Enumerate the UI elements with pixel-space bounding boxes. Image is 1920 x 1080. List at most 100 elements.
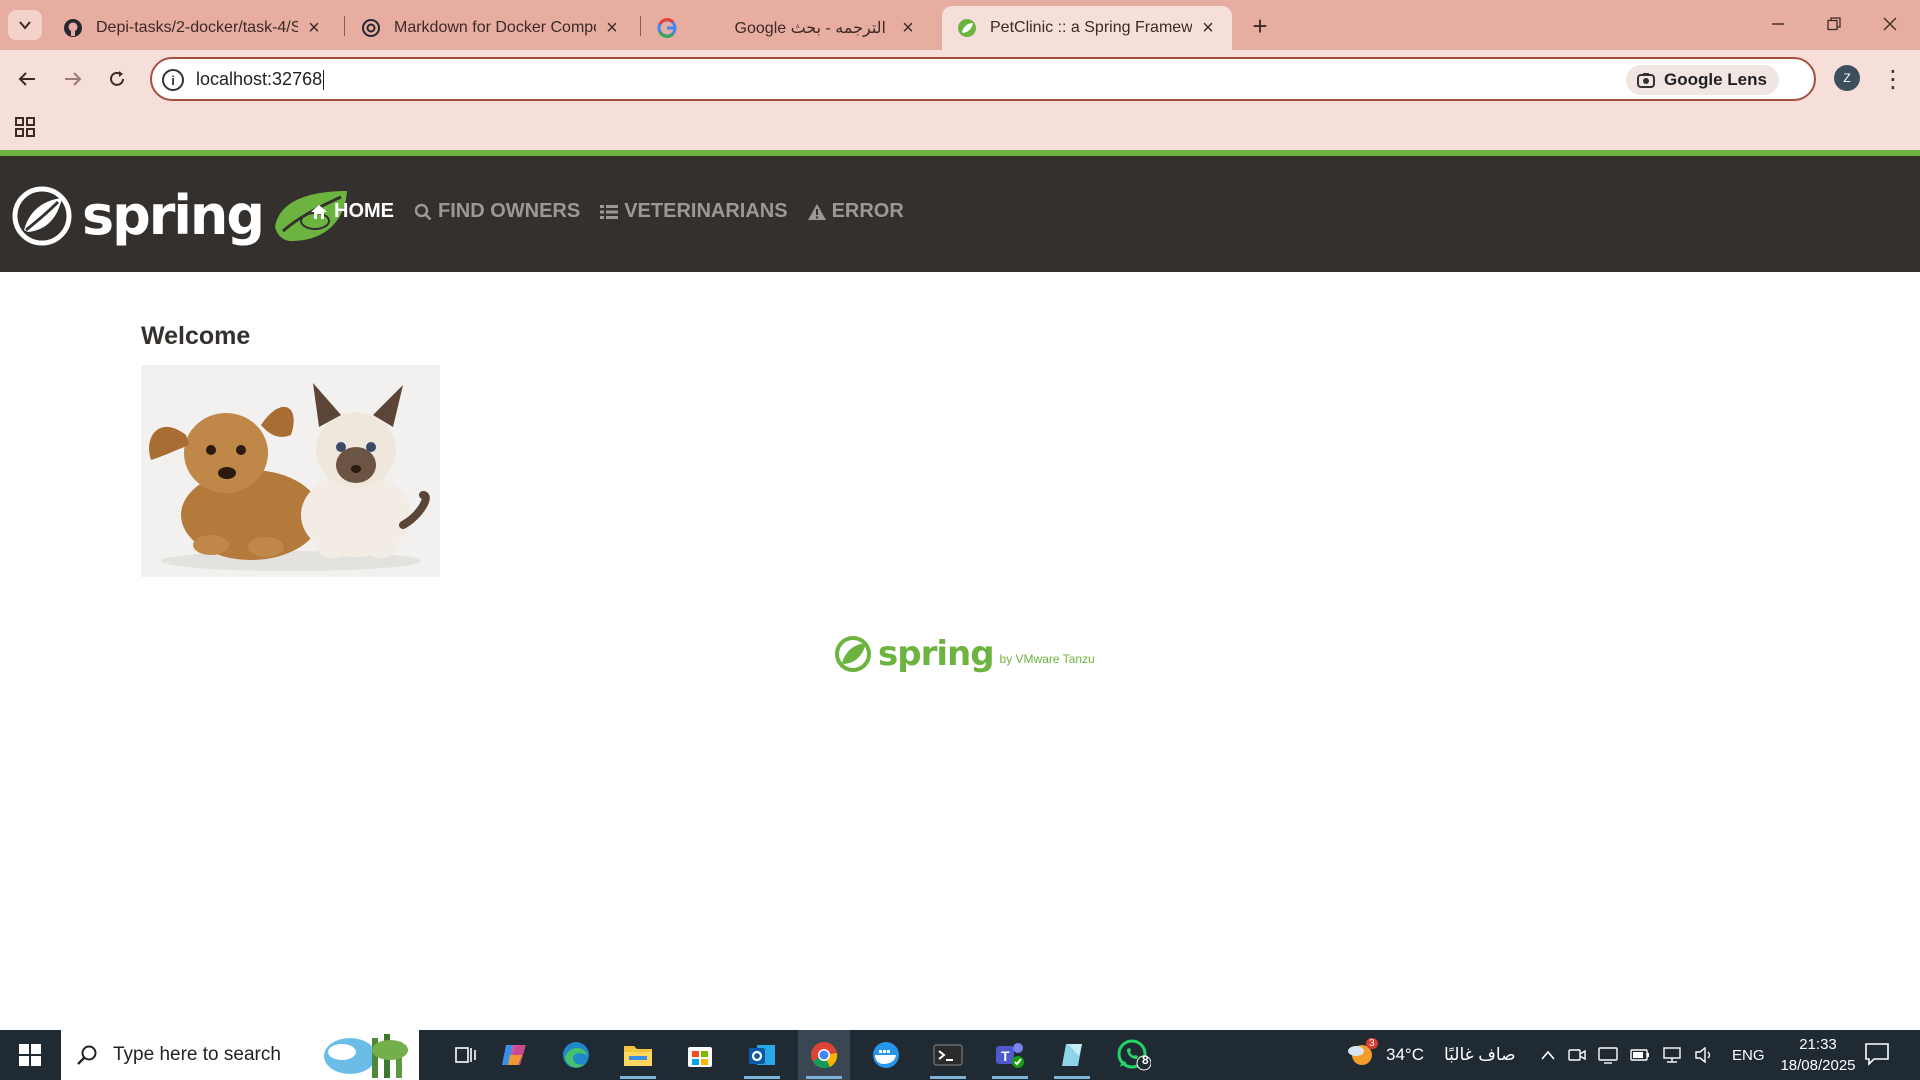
battery-icon[interactable]	[1630, 1049, 1650, 1061]
taskbar-clock[interactable]: 21:33 18/08/2025	[1768, 1034, 1868, 1076]
forward-button[interactable]	[58, 64, 88, 94]
restore-button[interactable]	[1814, 8, 1854, 40]
tab-chatgpt[interactable]: Markdown for Docker Compose ×	[346, 6, 636, 50]
copilot-icon	[502, 1045, 526, 1065]
pets-illustration	[149, 383, 430, 571]
running-indicator	[992, 1076, 1028, 1079]
bookmarks-bar	[0, 108, 1920, 150]
close-icon[interactable]: ×	[898, 17, 918, 39]
arrow-right-icon	[65, 72, 82, 86]
browser-toolbar: i localhost:32768 Google Lens ☆ Z ⋮	[0, 50, 1920, 108]
search-icon	[77, 1045, 97, 1065]
input-language[interactable]: ENG	[1732, 1047, 1765, 1064]
close-icon[interactable]: ×	[602, 17, 622, 39]
nav-error[interactable]: ERROR	[807, 200, 904, 223]
running-indicator	[806, 1076, 842, 1079]
footer-by-text: by VMware Tanzu	[999, 652, 1095, 666]
tab-strip: Depi-tasks/2-docker/task-4/Sol × Markdow…	[0, 0, 1920, 50]
tab-title: PetClinic :: a Spring Framework	[990, 19, 1192, 36]
home-icon	[311, 204, 327, 219]
teams-icon: T	[996, 1043, 1024, 1068]
back-button[interactable]	[12, 64, 42, 94]
nav-home-label: HOME	[334, 200, 394, 222]
tab-petclinic[interactable]: PetClinic :: a Spring Framework ×	[942, 6, 1232, 50]
meet-now-icon[interactable]	[1568, 1047, 1586, 1063]
tab-title: Markdown for Docker Compose	[394, 19, 596, 36]
spring-logo[interactable]: spring	[12, 184, 351, 248]
restore-icon	[1827, 17, 1841, 31]
nav-home[interactable]: HOME	[310, 200, 394, 223]
close-window-button[interactable]	[1870, 8, 1910, 40]
taskbar-notepad[interactable]	[1046, 1030, 1098, 1080]
pets-image	[141, 365, 440, 577]
profile-avatar[interactable]: Z	[1834, 65, 1860, 91]
spring-leaf-icon	[835, 636, 871, 672]
nav-veterinarians[interactable]: VETERINARIANS	[600, 200, 788, 223]
new-tab-button[interactable]: +	[1246, 11, 1274, 41]
weather-widget[interactable]: 3 34°C صاف غالبًا	[1346, 1030, 1516, 1080]
spring-leaf-icon	[12, 186, 72, 246]
chevron-up-icon[interactable]	[1540, 1049, 1556, 1061]
tab-search-button[interactable]	[8, 10, 42, 40]
taskbar-task-view[interactable]	[440, 1030, 492, 1080]
running-indicator	[744, 1076, 780, 1079]
notepad-icon	[1062, 1044, 1082, 1066]
running-indicator	[1054, 1076, 1090, 1079]
close-icon[interactable]: ×	[304, 17, 324, 39]
url-input[interactable]: localhost:32768	[196, 69, 325, 91]
nav-find-owners[interactable]: FIND OWNERS	[414, 200, 580, 223]
running-indicator	[930, 1076, 966, 1079]
kebab-menu-icon[interactable]: ⋮	[1880, 64, 1906, 94]
taskbar-copilot[interactable]	[488, 1030, 540, 1080]
footer-spring-logo: spring by VMware Tanzu	[834, 634, 1095, 674]
minimize-icon	[1772, 23, 1784, 25]
reload-button[interactable]	[102, 64, 132, 94]
chrome-icon	[811, 1042, 838, 1069]
task-view-icon	[455, 1047, 476, 1063]
github-icon	[62, 17, 84, 39]
svg-text:T: T	[1001, 1048, 1010, 1064]
main-nav: HOME FIND OWNERS VETERINARIANS ERROR	[310, 200, 904, 223]
search-icon	[414, 203, 432, 220]
nav-veterinarians-label: VETERINARIANS	[624, 200, 788, 222]
taskbar-store[interactable]	[674, 1030, 726, 1080]
apps-grid-icon[interactable]	[14, 116, 36, 138]
search-highlight-illustration	[324, 1034, 408, 1078]
close-icon	[1883, 17, 1897, 31]
start-button[interactable]	[0, 1030, 60, 1080]
minimize-button[interactable]	[1758, 8, 1798, 40]
taskbar-docker[interactable]	[860, 1030, 912, 1080]
info-icon[interactable]: i	[162, 69, 184, 91]
tab-separator	[344, 16, 345, 36]
google-lens-button[interactable]: Google Lens	[1626, 65, 1779, 95]
volume-icon[interactable]	[1694, 1047, 1714, 1063]
display-icon[interactable]	[1598, 1046, 1618, 1064]
weather-badge: 3	[1366, 1038, 1378, 1049]
arrow-left-icon	[18, 72, 35, 86]
tab-title: الترجمه - بحث Google	[734, 20, 886, 37]
site-navbar: spring HOME FIND OWNERS VETERINARIANS ER…	[0, 156, 1920, 272]
taskbar-edge[interactable]	[550, 1030, 602, 1080]
taskbar-file-explorer[interactable]	[612, 1030, 664, 1080]
close-icon[interactable]: ×	[1198, 17, 1218, 39]
camera-icon	[1637, 73, 1655, 88]
tab-github[interactable]: Depi-tasks/2-docker/task-4/Sol ×	[48, 6, 338, 50]
windows-taskbar: Type here to search T 8 3 34°C صاف غالبً…	[0, 1030, 1920, 1080]
store-icon	[688, 1047, 712, 1067]
network-icon[interactable]	[1662, 1046, 1682, 1064]
warning-icon	[807, 203, 826, 220]
tab-title: Depi-tasks/2-docker/task-4/Sol	[96, 19, 298, 36]
docker-icon	[873, 1042, 899, 1068]
taskbar-outlook[interactable]	[736, 1030, 788, 1080]
tab-separator	[640, 16, 641, 36]
tab-google[interactable]: الترجمه - بحث Google ×	[642, 6, 932, 50]
outlook-icon	[749, 1045, 775, 1065]
taskbar-whatsapp[interactable]: 8	[1108, 1030, 1160, 1080]
spring-icon	[956, 17, 978, 39]
taskbar-teams[interactable]: T	[984, 1030, 1036, 1080]
taskbar-chrome[interactable]	[798, 1030, 850, 1080]
edge-icon	[563, 1042, 589, 1068]
address-bar[interactable]: i localhost:32768 Google Lens ☆	[150, 57, 1816, 101]
notifications-icon[interactable]	[1864, 1042, 1890, 1066]
taskbar-terminal[interactable]	[922, 1030, 974, 1080]
